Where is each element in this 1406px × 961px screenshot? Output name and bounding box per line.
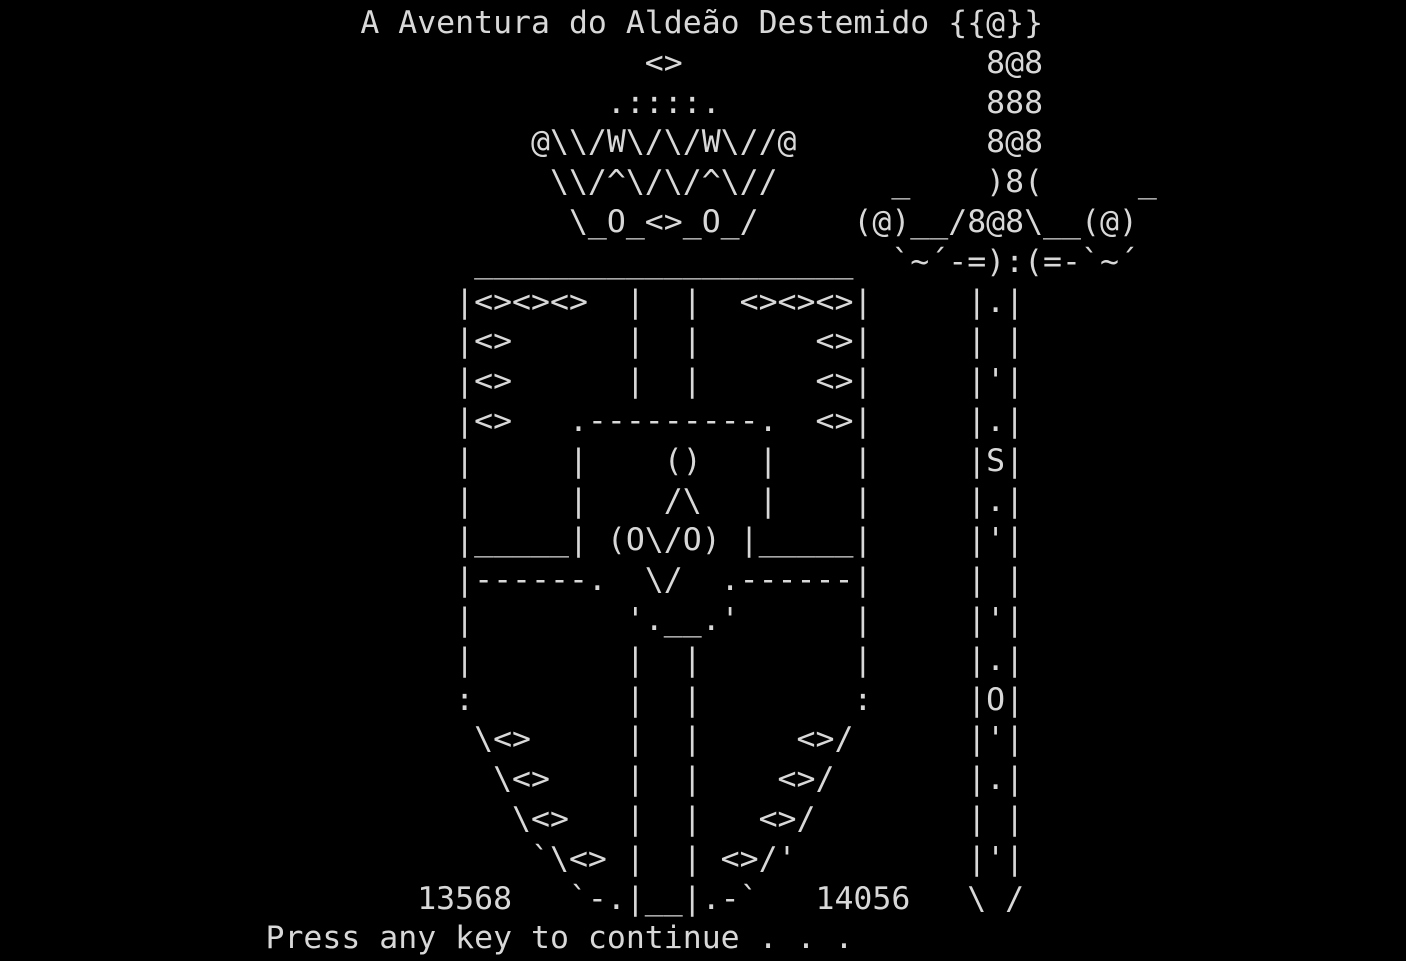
- ascii-art-line: | | | | |.|: [0, 641, 1025, 678]
- ascii-art-line: \<> | | <>/ |'|: [0, 721, 1025, 758]
- ascii-art-line: ____________________ `~´-=):(=-`~´: [0, 243, 1138, 280]
- ascii-art-line: |_____| (O\/O) |_____| |'|: [0, 522, 1025, 559]
- ascii-art-line: \<> | | <>/ |.|: [0, 761, 1025, 798]
- ascii-art-line: | | () | | |S|: [0, 442, 1025, 479]
- ascii-art-line: : | | : |O|: [0, 681, 1025, 718]
- ascii-art-line: <> 8@8: [0, 44, 1044, 81]
- ascii-art-line: \<> | | <>/ | |: [0, 800, 1025, 837]
- console-window[interactable]: A Aventura do Aldeão Destemido {{@}} <> …: [0, 0, 1406, 961]
- ascii-art-line: | '.__.' | |'|: [0, 601, 1025, 638]
- ascii-art-line: | | /\ | | |.|: [0, 482, 1025, 519]
- ascii-art-line: |<> | | <>| | |: [0, 323, 1025, 360]
- ascii-art-line: |<> .---------. <>| |.|: [0, 402, 1025, 439]
- ascii-art-line: @\\/W\/\/W\//@ 8@8: [0, 124, 1044, 161]
- console-output: A Aventura do Aldeão Destemido {{@}} <> …: [0, 4, 1157, 959]
- ascii-art-line: |------. \/ .------| | |: [0, 562, 1025, 599]
- score-line: 13568 `-.|__|.-` 14056 \ /: [0, 880, 1025, 917]
- continue-prompt: Press any key to continue . . .: [0, 920, 854, 957]
- ascii-art-line: \\/^\/\/^\// _ )8( _: [0, 164, 1157, 201]
- ascii-art-line: \_O_<>_O_/ (@)__/8@8\__(@): [0, 203, 1138, 240]
- ascii-art-line: |<><><> | | <><><>| |.|: [0, 283, 1025, 320]
- ascii-art-line: `\<> | | <>/' |'|: [0, 840, 1025, 877]
- ascii-art-line: .::::. 888: [0, 84, 1044, 121]
- game-title: A Aventura do Aldeão Destemido {{@}}: [0, 5, 1044, 41]
- ascii-art-line: |<> | | <>| |'|: [0, 363, 1025, 400]
